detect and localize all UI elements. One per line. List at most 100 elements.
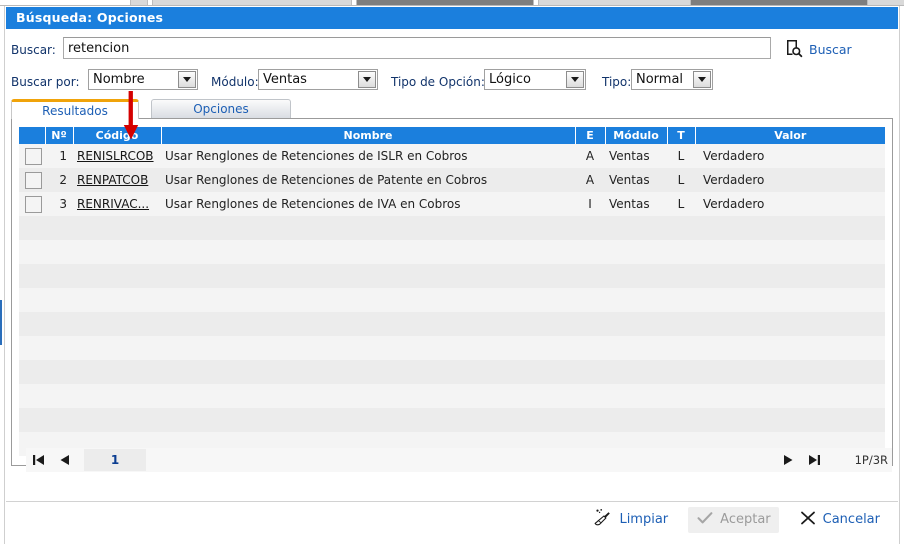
check-icon xyxy=(696,509,714,530)
chevron-down-icon[interactable] xyxy=(566,71,584,88)
search-input[interactable] xyxy=(63,37,771,59)
tipo-opcion-select[interactable]: Lógico xyxy=(484,69,586,90)
tab-opciones[interactable]: Opciones xyxy=(151,99,291,119)
tipo-label: Tipo: xyxy=(602,75,632,89)
row-checkbox[interactable] xyxy=(25,147,42,165)
outer-left-accent xyxy=(0,300,2,345)
row-modulo: Ventas xyxy=(605,144,667,168)
broom-icon xyxy=(593,508,613,531)
first-page-icon[interactable] xyxy=(26,448,52,472)
pagination-bar: 1 1P/3R xyxy=(26,448,892,472)
chrome-segment xyxy=(130,0,148,5)
buscar-por-label: Buscar por: xyxy=(11,75,80,89)
grid-empty-rows xyxy=(19,216,885,456)
row-valor: Verdadero xyxy=(695,144,885,168)
cancelar-label: Cancelar xyxy=(822,512,880,527)
document-search-icon xyxy=(784,38,804,61)
buscar-por-select[interactable]: Nombre xyxy=(88,69,198,90)
col-modulo[interactable]: Módulo xyxy=(605,127,668,144)
row-valor: Verdadero xyxy=(695,168,885,192)
outer-right-border xyxy=(899,6,904,544)
col-t[interactable]: T xyxy=(667,127,696,144)
limpiar-button[interactable]: Limpiar xyxy=(585,507,676,533)
col-e[interactable]: E xyxy=(575,127,606,144)
row-codigo-link[interactable]: RENRIVAC... xyxy=(77,197,149,211)
row-checkbox-cell[interactable] xyxy=(19,192,45,216)
last-page-icon[interactable] xyxy=(801,448,827,472)
row-numero: 3 xyxy=(45,192,73,216)
tab-resultados[interactable]: Resultados xyxy=(11,99,139,119)
cancelar-button[interactable]: Cancelar xyxy=(791,507,888,533)
outer-left-border xyxy=(0,6,5,544)
col-select-all[interactable] xyxy=(19,127,46,144)
row-checkbox-cell[interactable] xyxy=(19,144,45,168)
results-grid: Nº Código Nombre E Módulo T Valor 1 RENI… xyxy=(19,127,885,216)
row-codigo[interactable]: RENRIVAC... xyxy=(73,192,161,216)
modulo-label: Módulo: xyxy=(211,75,259,89)
search-label: Buscar: xyxy=(11,43,56,57)
row-codigo[interactable]: RENPATCOB xyxy=(73,168,161,192)
row-codigo[interactable]: RENISLRCOB xyxy=(73,144,161,168)
row-estado: A xyxy=(575,168,605,192)
chevron-down-icon[interactable] xyxy=(358,71,376,88)
chevron-down-icon[interactable] xyxy=(178,71,196,88)
tipo-opcion-label: Tipo de Opción: xyxy=(391,75,485,89)
table-row[interactable]: 3 RENRIVAC... Usar Renglones de Retencio… xyxy=(19,192,885,216)
empty-row xyxy=(19,216,885,240)
col-nombre[interactable]: Nombre xyxy=(161,127,576,144)
row-nombre: Usar Renglones de Retenciones de Patente… xyxy=(161,168,575,192)
row-checkbox[interactable] xyxy=(25,195,42,213)
table-row[interactable]: 2 RENPATCOB Usar Renglones de Retencione… xyxy=(19,168,885,192)
empty-row xyxy=(19,360,885,384)
results-grid-header: Nº Código Nombre E Módulo T Valor xyxy=(19,127,885,144)
next-page-icon[interactable] xyxy=(775,448,801,472)
chevron-down-icon[interactable] xyxy=(693,71,711,88)
row-tipo: L xyxy=(667,168,695,192)
chrome-segment xyxy=(690,0,868,5)
row-modulo: Ventas xyxy=(605,168,667,192)
filter-row: Buscar por: Nombre Módulo: Ventas Tipo d… xyxy=(6,69,898,93)
col-codigo[interactable]: Código xyxy=(73,127,162,144)
empty-row xyxy=(19,312,885,336)
pagination-summary: 1P/3R xyxy=(854,453,888,467)
dialog-title: Búsqueda: Opciones xyxy=(16,10,164,25)
application-root: Búsqueda: Opciones Buscar: Buscar Buscar… xyxy=(0,0,904,544)
row-nombre: Usar Renglones de Retenciones de ISLR en… xyxy=(161,144,575,168)
tipo-select[interactable]: Normal xyxy=(631,69,713,90)
row-numero: 1 xyxy=(45,144,73,168)
results-panel-inner: Nº Código Nombre E Módulo T Valor 1 RENI… xyxy=(19,127,892,472)
previous-page-icon[interactable] xyxy=(52,448,78,472)
row-numero: 2 xyxy=(45,168,73,192)
dialog-titlebar: Búsqueda: Opciones xyxy=(6,7,898,29)
empty-row xyxy=(19,336,885,360)
empty-row xyxy=(19,264,885,288)
row-nombre: Usar Renglones de Retenciones de IVA en … xyxy=(161,192,575,216)
row-codigo-link[interactable]: RENISLRCOB xyxy=(77,149,154,163)
limpiar-label: Limpiar xyxy=(619,512,669,527)
results-panel: Nº Código Nombre E Módulo T Valor 1 RENI… xyxy=(11,118,893,472)
row-modulo: Ventas xyxy=(605,192,667,216)
row-codigo-link[interactable]: RENPATCOB xyxy=(77,173,148,187)
dialog-footer: Limpiar Aceptar Cancelar xyxy=(6,502,898,537)
row-tipo: L xyxy=(667,192,695,216)
header-row: Nº Código Nombre E Módulo T Valor xyxy=(19,127,885,144)
buscar-por-value: Nombre xyxy=(93,72,145,87)
close-x-icon xyxy=(799,509,817,530)
aceptar-button[interactable]: Aceptar xyxy=(688,506,779,533)
row-estado: I xyxy=(575,192,605,216)
row-checkbox[interactable] xyxy=(25,171,42,189)
col-valor[interactable]: Valor xyxy=(695,127,885,144)
search-button-label: Buscar xyxy=(809,42,852,57)
search-button[interactable]: Buscar xyxy=(784,38,852,61)
page-number[interactable]: 1 xyxy=(84,449,146,471)
modulo-value: Ventas xyxy=(263,72,307,87)
modulo-select[interactable]: Ventas xyxy=(258,69,378,90)
page-chrome-strip xyxy=(0,0,904,6)
row-valor: Verdadero xyxy=(695,192,885,216)
empty-row xyxy=(19,288,885,312)
table-row[interactable]: 1 RENISLRCOB Usar Renglones de Retencion… xyxy=(19,144,885,168)
row-tipo: L xyxy=(667,144,695,168)
col-numero[interactable]: Nº xyxy=(45,127,74,144)
results-grid-body: 1 RENISLRCOB Usar Renglones de Retencion… xyxy=(19,144,885,216)
row-checkbox-cell[interactable] xyxy=(19,168,45,192)
